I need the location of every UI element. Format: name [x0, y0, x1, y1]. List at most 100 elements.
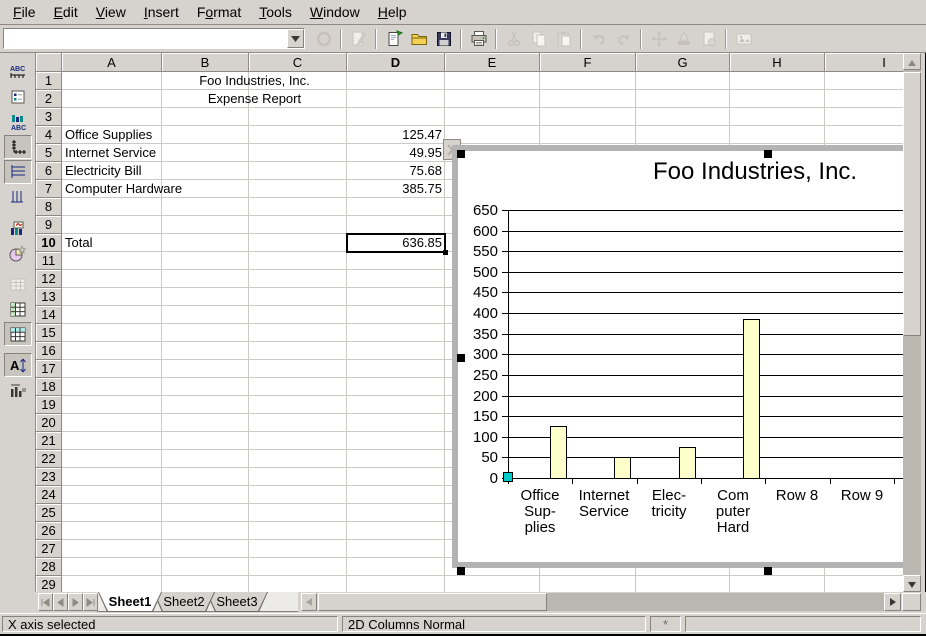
embedded-chart[interactable]: Foo Industries, Inc.05010015020025030035…: [452, 145, 903, 568]
y-axis[interactable]: [508, 210, 509, 479]
chart-title-icon[interactable]: ABC: [4, 60, 32, 84]
name-box-dropdown-button[interactable]: [287, 29, 304, 48]
autoformat-icon[interactable]: [4, 241, 32, 265]
menu-format[interactable]: Format: [188, 1, 250, 23]
scroll-up-button[interactable]: [903, 53, 921, 70]
menu-insert[interactable]: Insert: [135, 1, 188, 23]
bar-internet-service[interactable]: [614, 457, 631, 479]
axes-icon[interactable]: [4, 135, 32, 159]
row-header-3[interactable]: 3: [36, 108, 62, 126]
column-header-H[interactable]: H: [730, 53, 825, 72]
y-axis-label[interactable]: 350: [458, 326, 498, 343]
x-axis-label[interactable]: Elec-tricity: [638, 488, 700, 520]
row-header-13[interactable]: 13: [36, 288, 62, 306]
cell-D6[interactable]: 75.68: [347, 162, 445, 180]
row-header-2[interactable]: 2: [36, 90, 62, 108]
bar-office-supplies[interactable]: [550, 426, 567, 479]
resize-handle-left-middle[interactable]: [457, 354, 465, 362]
reorganize-chart-icon[interactable]: [4, 378, 32, 402]
scale-text-icon[interactable]: A: [4, 353, 32, 377]
cell-D5[interactable]: 49.95: [347, 144, 445, 162]
name-box-input[interactable]: [4, 29, 287, 48]
row-header-19[interactable]: 19: [36, 396, 62, 414]
print-icon[interactable]: [466, 27, 491, 51]
y-axis-label[interactable]: 500: [458, 264, 498, 281]
column-header-B[interactable]: B: [162, 53, 249, 72]
row-header-6[interactable]: 6: [36, 162, 62, 180]
row-header-24[interactable]: 24: [36, 486, 62, 504]
open-folder-icon[interactable]: [406, 27, 431, 51]
cell-A6[interactable]: Electricity Bill: [62, 162, 162, 180]
cell-D4[interactable]: 125.47: [347, 126, 445, 144]
row-header-20[interactable]: 20: [36, 414, 62, 432]
row-header-10[interactable]: 10: [36, 234, 62, 252]
vertical-grid-icon[interactable]: [4, 185, 32, 209]
resize-handle-top-left[interactable]: [457, 150, 465, 158]
y-axis-label[interactable]: 650: [458, 202, 498, 219]
cell-B1[interactable]: Foo Industries, Inc.: [162, 72, 347, 90]
resize-handle-bottom-left[interactable]: [457, 567, 465, 575]
column-header-E[interactable]: E: [445, 53, 540, 72]
row-header-11[interactable]: 11: [36, 252, 62, 270]
y-axis-label[interactable]: 0: [458, 470, 498, 487]
cell-A4[interactable]: Office Supplies: [62, 126, 162, 144]
sheet-tab-sheet3[interactable]: Sheet3: [206, 592, 268, 612]
horizontal-grid-icon[interactable]: [4, 160, 32, 184]
vertical-scroll-thumb[interactable]: [903, 72, 921, 336]
x-axis-label[interactable]: Row 9: [831, 488, 893, 504]
resize-handle-top-middle[interactable]: [764, 150, 772, 158]
menu-edit[interactable]: Edit: [45, 1, 87, 23]
row-header-27[interactable]: 27: [36, 540, 62, 558]
menu-help[interactable]: Help: [369, 1, 416, 23]
y-axis-label[interactable]: 600: [458, 223, 498, 240]
scrollbar-corner[interactable]: [902, 593, 921, 611]
select-all-corner[interactable]: [36, 53, 62, 72]
save-icon[interactable]: [431, 27, 456, 51]
horizontal-scroll-thumb[interactable]: [318, 593, 547, 611]
chart-title[interactable]: Foo Industries, Inc.: [653, 158, 857, 186]
y-axis-label[interactable]: 550: [458, 243, 498, 260]
row-header-21[interactable]: 21: [36, 432, 62, 450]
cell-A7[interactable]: Computer Hardware: [62, 180, 162, 198]
row-header-12[interactable]: 12: [36, 270, 62, 288]
y-axis-label[interactable]: 400: [458, 305, 498, 322]
x-axis-label[interactable]: ComputerHard: [702, 488, 764, 536]
column-header-D[interactable]: D: [347, 53, 445, 72]
x-axis-label[interactable]: InternetService: [573, 488, 635, 520]
row-header-7[interactable]: 7: [36, 180, 62, 198]
row-header-16[interactable]: 16: [36, 342, 62, 360]
row-header-22[interactable]: 22: [36, 450, 62, 468]
column-header-G[interactable]: G: [636, 53, 730, 72]
column-header-C[interactable]: C: [249, 53, 347, 72]
column-header-F[interactable]: F: [540, 53, 636, 72]
new-document-icon[interactable]: [381, 27, 406, 51]
row-header-9[interactable]: 9: [36, 216, 62, 234]
row-header-5[interactable]: 5: [36, 144, 62, 162]
hscroll-right-button[interactable]: [884, 593, 901, 611]
axes-title-icon[interactable]: ABC: [4, 110, 32, 134]
y-axis-label[interactable]: 150: [458, 408, 498, 425]
cell-A5[interactable]: Internet Service: [62, 144, 162, 162]
column-header-A[interactable]: A: [62, 53, 162, 72]
row-header-17[interactable]: 17: [36, 360, 62, 378]
sheet-tab-sheet1[interactable]: Sheet1: [98, 592, 162, 612]
cell-A10[interactable]: Total: [62, 234, 162, 252]
x-axis-label[interactable]: OfficeSup-plies: [509, 488, 571, 536]
y-axis-label[interactable]: 450: [458, 284, 498, 301]
row-header-28[interactable]: 28: [36, 558, 62, 576]
x-axis-label[interactable]: Row 8: [766, 488, 828, 504]
axis-selection-handle[interactable]: [503, 472, 513, 482]
y-axis-label[interactable]: 100: [458, 429, 498, 446]
vertical-scrollbar[interactable]: [903, 53, 921, 592]
menu-view[interactable]: View: [87, 1, 135, 23]
row-header-18[interactable]: 18: [36, 378, 62, 396]
sheet-tab-sheet2[interactable]: Sheet2: [153, 592, 215, 612]
chart-legend-icon[interactable]: [4, 85, 32, 109]
row-header-15[interactable]: 15: [36, 324, 62, 342]
x-axis[interactable]: [508, 478, 903, 479]
bar-electricity[interactable]: [679, 447, 696, 479]
cell-D7[interactable]: 385.75: [347, 180, 445, 198]
first-sheet-button[interactable]: [38, 593, 53, 611]
row-header-23[interactable]: 23: [36, 468, 62, 486]
data-in-rows-icon[interactable]: [4, 297, 32, 321]
